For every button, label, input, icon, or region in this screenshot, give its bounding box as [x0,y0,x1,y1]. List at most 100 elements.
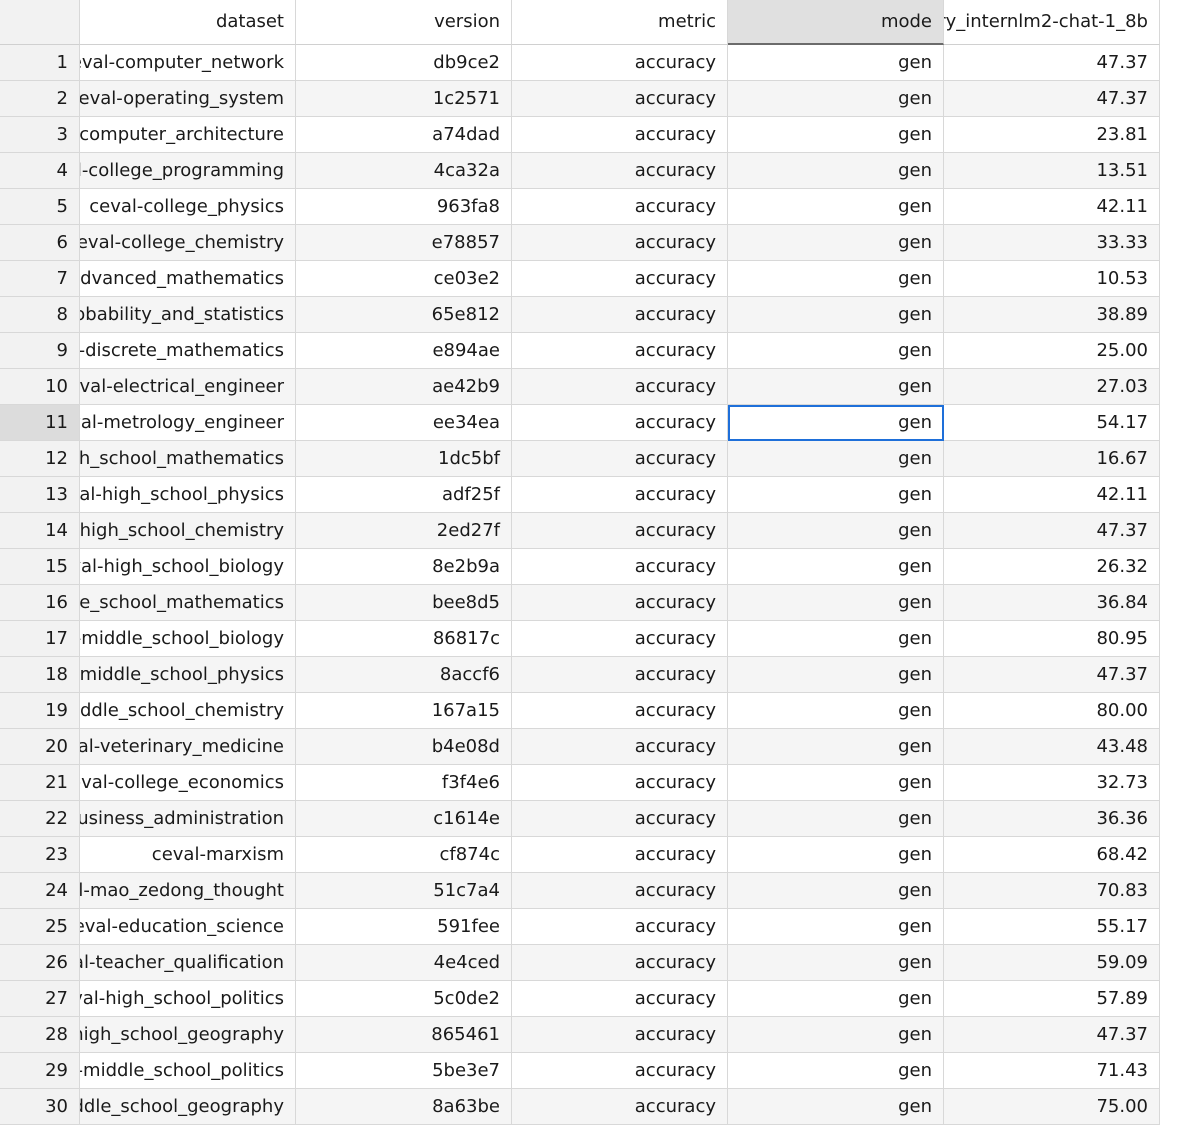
cell-dataset[interactable]: l-computer_architecture [80,117,296,153]
cell-mode[interactable]: gen [728,225,944,261]
cell-metric[interactable]: accuracy [512,441,728,477]
table-row[interactable]: 6 ceval-college_chemistry e78857 accuracy ge… [0,225,1160,261]
cell-score[interactable]: 80.95 [944,621,1160,657]
cell-mode[interactable]: gen [728,981,944,1017]
row-index[interactable]: 7 [0,261,80,297]
table-row[interactable]: 21 eval-college_economics f3f4e6 accuracy ge… [0,765,1160,801]
cell-mode[interactable]: gen [728,945,944,981]
cell-score[interactable]: 55.17 [944,909,1160,945]
table-row[interactable]: 30 ddle_school_geography 8a63be accuracy gen… [0,1089,1160,1125]
cell-version[interactable]: 591fee [296,909,512,945]
cell-mode[interactable]: gen [728,369,944,405]
cell-dataset[interactable]: high_school_geography [80,1017,296,1053]
cell-dataset[interactable]: -middle_school_biology [80,621,296,657]
row-index[interactable]: 22 [0,801,80,837]
cell-dataset[interactable]: -middle_school_physics [80,657,296,693]
cell-dataset[interactable]: ıl-mao_zedong_thought [80,873,296,909]
cell-version[interactable]: e894ae [296,333,512,369]
cell-metric[interactable]: accuracy [512,585,728,621]
cell-dataset[interactable]: -advanced_mathematics [80,261,296,297]
table-row[interactable]: 14 -high_school_chemistry 2ed27f accuracy ge… [0,513,1160,549]
cell-version[interactable]: 4e4ced [296,945,512,981]
cell-metric[interactable]: accuracy [512,333,728,369]
cell-metric[interactable]: accuracy [512,225,728,261]
cell-metric[interactable]: accuracy [512,873,728,909]
cell-version[interactable]: 2ed27f [296,513,512,549]
cell-mode[interactable]: gen [728,153,944,189]
cell-metric[interactable]: accuracy [512,117,728,153]
table-row[interactable]: 12 gh_school_mathematics 1dc5bf accuracy gen… [0,441,1160,477]
row-index[interactable]: 1 [0,45,80,81]
cell-score[interactable]: 57.89 [944,981,1160,1017]
row-index[interactable]: 8 [0,297,80,333]
cell-dataset[interactable]: ceval-education_science [80,909,296,945]
row-index[interactable]: 28 [0,1017,80,1053]
cell-version[interactable]: ae42b9 [296,369,512,405]
cell-score[interactable]: 25.00 [944,333,1160,369]
cell-score[interactable]: 54.17 [944,405,1160,441]
row-index[interactable]: 20 [0,729,80,765]
cell-mode[interactable]: gen [728,81,944,117]
cell-metric[interactable]: accuracy [512,801,728,837]
cell-metric[interactable]: accuracy [512,693,728,729]
table-row[interactable]: 10 eval-electrical_engineer ae42b9 accuracy… [0,369,1160,405]
row-index[interactable]: 2 [0,81,80,117]
cell-version[interactable]: adf25f [296,477,512,513]
cell-dataset[interactable]: ddle_school_geography [80,1089,296,1125]
cell-mode[interactable]: gen [728,549,944,585]
cell-version[interactable]: 865461 [296,1017,512,1053]
table-row[interactable]: 15 val-high_school_biology 8e2b9a accuracy g… [0,549,1160,585]
row-index[interactable]: 17 [0,621,80,657]
column-header-version[interactable]: version [296,0,512,45]
row-index[interactable]: 21 [0,765,80,801]
cell-mode[interactable]: gen [728,1053,944,1089]
cell-dataset[interactable]: robability_and_statistics [80,297,296,333]
cell-dataset[interactable]: al-discrete_mathematics [80,333,296,369]
cell-version[interactable]: f3f4e6 [296,765,512,801]
row-index[interactable]: 27 [0,981,80,1017]
table-row[interactable]: 25 ceval-education_science 591fee accuracy g… [0,909,1160,945]
cell-score[interactable]: 32.73 [944,765,1160,801]
cell-version[interactable]: 1dc5bf [296,441,512,477]
cell-score[interactable]: 59.09 [944,945,1160,981]
cell-metric[interactable]: accuracy [512,1053,728,1089]
cell-mode[interactable]: gen [728,1089,944,1125]
table-row[interactable]: 16 dle_school_mathematics bee8d5 accuracy ge… [0,585,1160,621]
cell-version[interactable]: 1c2571 [296,81,512,117]
table-row[interactable]: 1 eval-computer_network db9ce2 accuracy gen 4… [0,45,1160,81]
cell-metric[interactable]: accuracy [512,189,728,225]
cell-dataset[interactable]: ceval-operating_system [80,81,296,117]
cell-version[interactable]: db9ce2 [296,45,512,81]
column-header-metric[interactable]: metric [512,0,728,45]
cell-mode[interactable]: gen [728,441,944,477]
cell-score[interactable]: 71.43 [944,1053,1160,1089]
row-index[interactable]: 25 [0,909,80,945]
table-row[interactable]: 13 val-high_school_physics adf25f accuracy g… [0,477,1160,513]
cell-metric[interactable]: accuracy [512,945,728,981]
cell-score[interactable]: 27.03 [944,369,1160,405]
cell-score[interactable]: 26.32 [944,549,1160,585]
cell-score[interactable]: 38.89 [944,297,1160,333]
cell-version[interactable]: 963fa8 [296,189,512,225]
cell-version[interactable]: 51c7a4 [296,873,512,909]
cell-score[interactable]: 42.11 [944,477,1160,513]
table-row[interactable]: 28 high_school_geography 865461 accuracy gen… [0,1017,1160,1053]
cell-metric[interactable]: accuracy [512,765,728,801]
table-row[interactable]: 2 ceval-operating_system 1c2571 accuracy gen… [0,81,1160,117]
cell-metric[interactable]: accuracy [512,369,728,405]
table-row[interactable]: 27 val-high_school_politics 5c0de2 accuracy… [0,981,1160,1017]
cell-score[interactable]: 68.42 [944,837,1160,873]
cell-metric[interactable]: accuracy [512,153,728,189]
cell-score[interactable]: 47.37 [944,81,1160,117]
cell-version[interactable]: 8e2b9a [296,549,512,585]
cell-mode[interactable]: gen [728,801,944,837]
cell-score[interactable]: 23.81 [944,117,1160,153]
cell-dataset[interactable]: ceval-college_chemistry [80,225,296,261]
cell-metric[interactable]: accuracy [512,1017,728,1053]
cell-dataset[interactable]: ıiddle_school_chemistry [80,693,296,729]
cell-version[interactable]: a74dad [296,117,512,153]
cell-mode[interactable]: gen [728,189,944,225]
cell-dataset[interactable]: business_administration [80,801,296,837]
row-index[interactable]: 6 [0,225,80,261]
cell-metric[interactable]: accuracy [512,45,728,81]
